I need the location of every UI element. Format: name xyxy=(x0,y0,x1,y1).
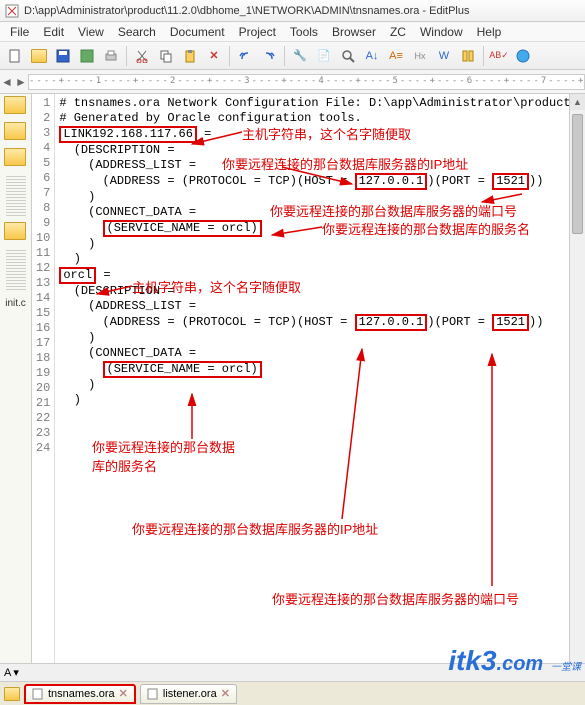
side-panel: init.c xyxy=(0,94,32,686)
ruler-right-icon[interactable]: ► xyxy=(14,75,28,89)
ruler-bar: ◄ ► ----+----1----+----2----+----3----+-… xyxy=(0,70,585,94)
ruler: ----+----1----+----2----+----3----+----4… xyxy=(28,74,585,90)
tool1-icon[interactable]: 🔧 xyxy=(289,45,311,67)
tab-label: listener.ora xyxy=(163,688,217,700)
copy-icon[interactable] xyxy=(155,45,177,67)
folder-icon[interactable] xyxy=(4,687,20,701)
spell-icon[interactable]: AB✓ xyxy=(488,45,510,67)
save2-icon[interactable] xyxy=(76,45,98,67)
toolbar: ✕ 🔧 📄 A↓ A≡ Hx W AB✓ xyxy=(0,42,585,70)
panel-grip[interactable] xyxy=(6,176,26,216)
status-bar: A ▾ xyxy=(0,663,585,681)
cut-icon[interactable] xyxy=(131,45,153,67)
panel-grip[interactable] xyxy=(6,250,26,290)
dropdown-icon[interactable]: ▾ xyxy=(13,666,19,679)
menu-browser[interactable]: Browser xyxy=(326,23,382,41)
redo-icon[interactable] xyxy=(258,45,280,67)
replace-icon[interactable]: A≡ xyxy=(385,45,407,67)
menu-window[interactable]: Window xyxy=(414,23,469,41)
hex-icon[interactable]: Hx xyxy=(409,45,431,67)
menu-zc[interactable]: ZC xyxy=(384,23,412,41)
folder-icon[interactable] xyxy=(4,122,28,144)
app-icon xyxy=(4,3,20,19)
menu-tools[interactable]: Tools xyxy=(284,23,324,41)
new-file-icon[interactable] xyxy=(4,45,26,67)
menu-view[interactable]: View xyxy=(72,23,110,41)
menu-bar: File Edit View Search Document Project T… xyxy=(0,22,585,42)
find-icon[interactable] xyxy=(337,45,359,67)
title-bar: D:\app\Administrator\product\11.2.0\dbho… xyxy=(0,0,585,22)
menu-file[interactable]: File xyxy=(4,23,35,41)
close-icon[interactable]: ✕ xyxy=(119,687,128,700)
sidebar-file-label[interactable]: init.c xyxy=(0,298,31,309)
x-icon[interactable]: ✕ xyxy=(203,45,225,67)
scrollbar-vertical[interactable]: ▲ ▼ xyxy=(569,94,585,686)
editor[interactable]: 123456789101112131415161718192021222324 … xyxy=(32,94,585,686)
folder-icon[interactable] xyxy=(4,148,28,170)
menu-project[interactable]: Project xyxy=(233,23,282,41)
folder-icon[interactable] xyxy=(4,222,28,244)
file-icon xyxy=(32,688,44,700)
menu-search[interactable]: Search xyxy=(112,23,162,41)
tab-label: tnsnames.ora xyxy=(48,688,115,700)
ruler-left-icon[interactable]: ◄ xyxy=(0,75,14,89)
scroll-up-icon[interactable]: ▲ xyxy=(570,94,585,110)
scroll-thumb[interactable] xyxy=(572,114,583,234)
file-icon xyxy=(147,688,159,700)
print-icon[interactable] xyxy=(100,45,122,67)
tab-tnsnames[interactable]: tnsnames.ora ✕ xyxy=(24,684,136,704)
line-gutter: 123456789101112131415161718192021222324 xyxy=(32,94,55,686)
close-icon[interactable]: ✕ xyxy=(221,687,230,700)
code-area[interactable]: # tnsnames.ora Network Configuration Fil… xyxy=(55,94,585,686)
tool2-icon[interactable]: 📄 xyxy=(313,45,335,67)
window-title: D:\app\Administrator\product\11.2.0\dbho… xyxy=(24,5,469,17)
save-icon[interactable] xyxy=(52,45,74,67)
menu-document[interactable]: Document xyxy=(164,23,231,41)
undo-icon[interactable] xyxy=(234,45,256,67)
wrap-icon[interactable]: W xyxy=(433,45,455,67)
paste-icon[interactable] xyxy=(179,45,201,67)
folder-icon[interactable] xyxy=(4,96,28,118)
drive-label: A xyxy=(4,667,11,679)
findnext-icon[interactable]: A↓ xyxy=(361,45,383,67)
tab-bar: tnsnames.ora ✕ listener.ora ✕ xyxy=(0,681,585,705)
browser-icon[interactable] xyxy=(512,45,534,67)
open-icon[interactable] xyxy=(28,45,50,67)
col-icon[interactable] xyxy=(457,45,479,67)
tab-listener[interactable]: listener.ora ✕ xyxy=(140,684,237,704)
menu-edit[interactable]: Edit xyxy=(37,23,70,41)
menu-help[interactable]: Help xyxy=(471,23,508,41)
